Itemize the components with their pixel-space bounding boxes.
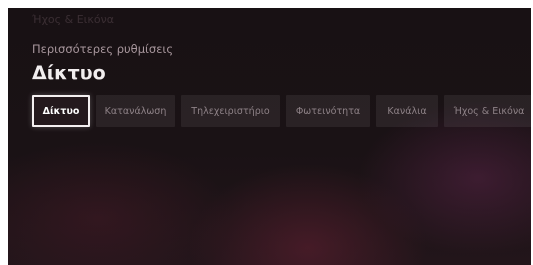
tab-label: Δίκτυο: [42, 105, 80, 117]
page-title: Δίκτυο: [32, 62, 106, 84]
tab-label: Κανάλια: [387, 105, 427, 117]
section-subtitle: Περισσότερες ρυθμίσεις: [32, 42, 174, 56]
tab-remote-control[interactable]: Τηλεχειριστήριο: [181, 95, 280, 127]
previous-section-title: Ήχος & Εικόνα: [32, 13, 114, 26]
tab-label: Φωτεινότητα: [295, 105, 361, 117]
settings-screen: Ήχος & Εικόνα Περισσότερες ρυθμίσεις Δίκ…: [8, 8, 531, 265]
tab-channels[interactable]: Κανάλια: [376, 95, 438, 127]
tab-power-consumption[interactable]: Κατανάλωση: [96, 95, 175, 127]
tab-label: Ήχος & Εικόνα: [453, 105, 525, 117]
tab-label: Τηλεχειριστήριο: [191, 105, 270, 117]
tab-network[interactable]: Δίκτυο: [32, 95, 90, 127]
tab-brightness[interactable]: Φωτεινότητα: [286, 95, 370, 127]
tab-sound-picture[interactable]: Ήχος & Εικόνα: [444, 95, 531, 127]
tab-label: Κατανάλωση: [104, 105, 167, 117]
settings-tab-bar: Δίκτυο Κατανάλωση Τηλεχειριστήριο Φωτειν…: [32, 95, 531, 127]
